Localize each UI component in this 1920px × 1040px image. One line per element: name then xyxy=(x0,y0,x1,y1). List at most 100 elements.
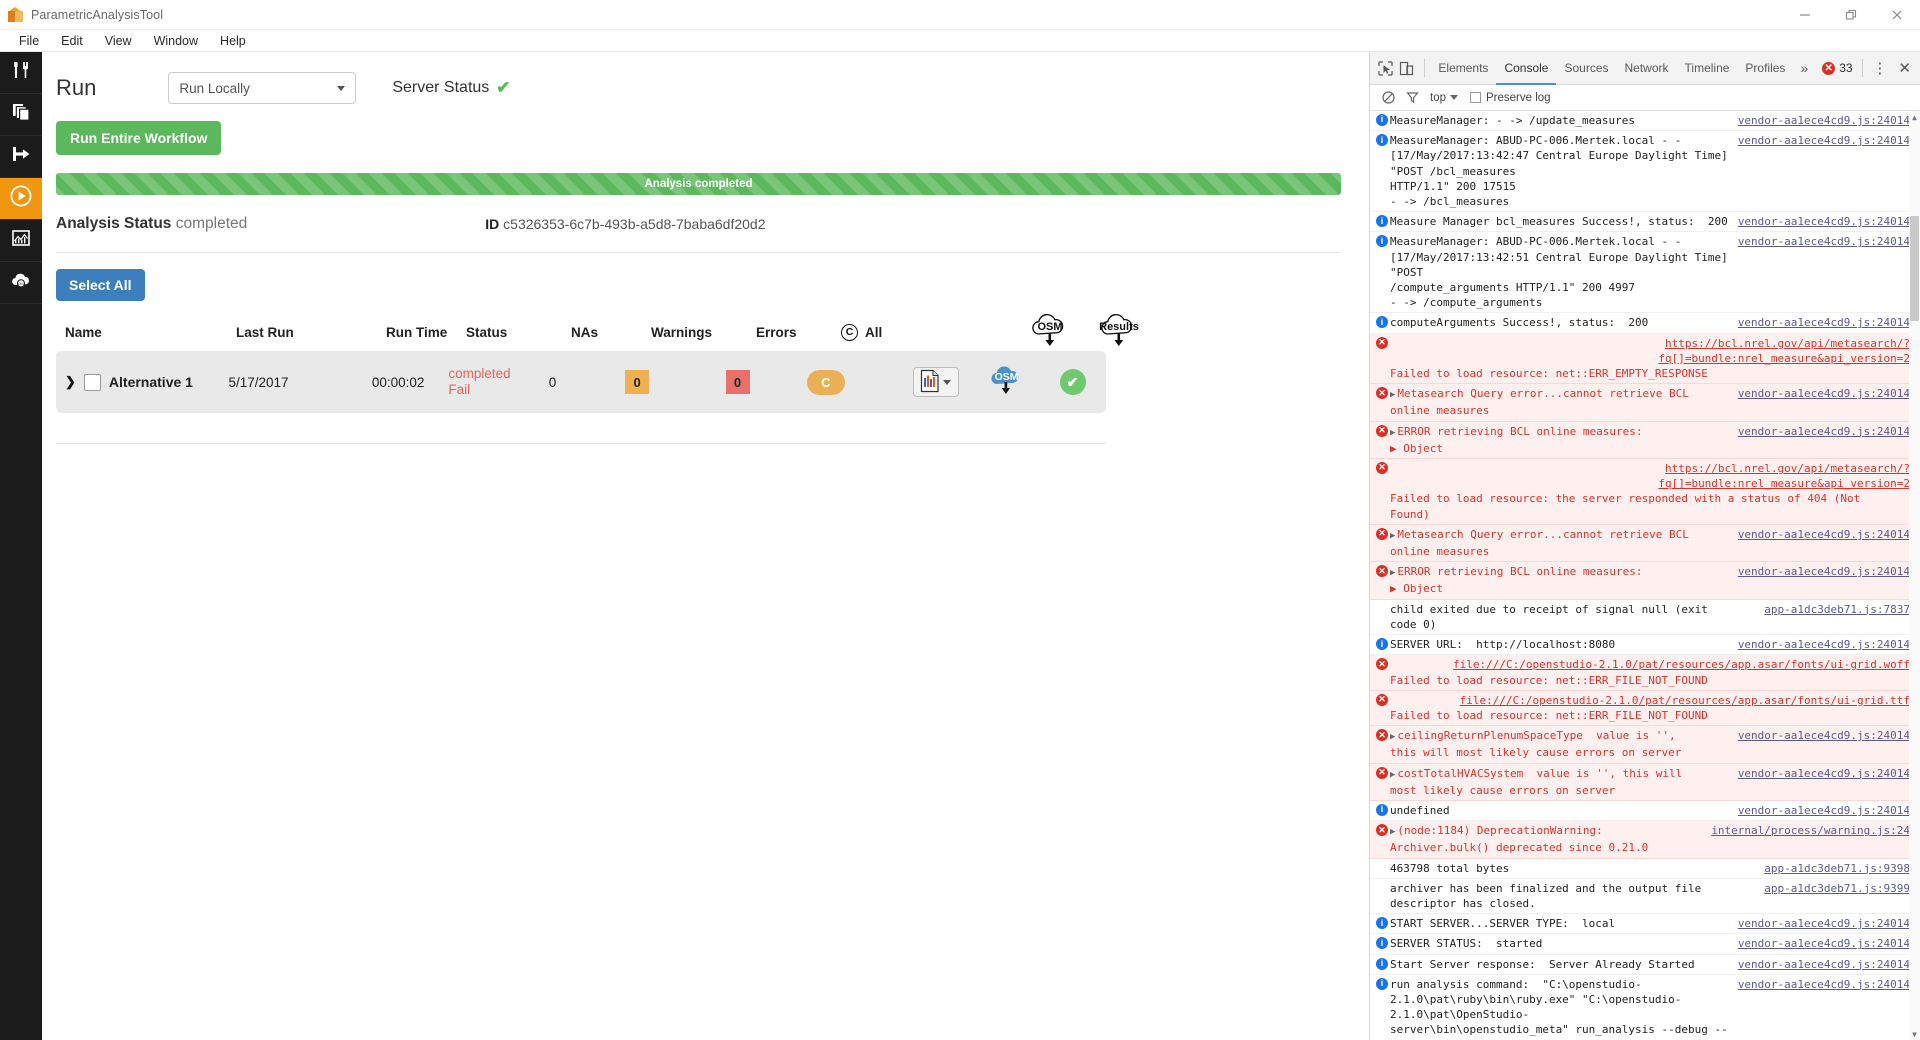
console-message: i MeasureManager: ABUD-PC-006.Mertek.loca… xyxy=(1370,232,1920,314)
row-osm-cell[interactable]: OSM xyxy=(974,364,1039,400)
console-scrollbar[interactable]: ▲ ▼ xyxy=(1909,111,1920,1040)
source-link[interactable]: vendor-aa1ece4cd9.js:24014 xyxy=(1738,977,1910,992)
server-status-label: Server Status xyxy=(392,79,490,96)
status-badge: C xyxy=(806,369,845,395)
warnings-badge: 0 xyxy=(625,370,650,394)
menu-item-edit[interactable]: Edit xyxy=(50,30,94,52)
sidebar-item-results[interactable] xyxy=(0,220,42,262)
source-link[interactable]: vendor-aa1ece4cd9.js:24014 xyxy=(1738,916,1910,931)
source-link[interactable]: vendor-aa1ece4cd9.js:24014 xyxy=(1738,957,1910,972)
scroll-down-arrow[interactable]: ▼ xyxy=(1909,1028,1920,1040)
filter-icon[interactable] xyxy=(1400,91,1424,104)
console-message: archiver has been finalized and the outp… xyxy=(1370,878,1920,915)
row-nas: 0 xyxy=(548,374,557,390)
menu-item-window[interactable]: Window xyxy=(143,30,209,52)
success-check-icon[interactable]: ✔ xyxy=(1059,369,1086,395)
expand-triangle-icon[interactable]: ▶ xyxy=(1390,568,1395,578)
error-icon: ✕ xyxy=(1376,527,1388,540)
expand-triangle-icon[interactable]: ▶ xyxy=(1390,770,1395,780)
source-link[interactable]: vendor-aa1ece4cd9.js:24014 xyxy=(1738,234,1910,249)
source-link[interactable]: vendor-aa1ece4cd9.js:24014 xyxy=(1738,424,1910,439)
source-link[interactable]: vendor-aa1ece4cd9.js:24014 xyxy=(1738,766,1910,781)
source-link[interactable]: vendor-aa1ece4cd9.js:24014 xyxy=(1738,386,1910,401)
inspect-element-icon[interactable] xyxy=(1375,55,1396,81)
source-link[interactable]: vendor-aa1ece4cd9.js:24014 xyxy=(1738,637,1910,652)
resource-url[interactable]: https://bcl.nrel.gov/api/metasearch/? fq[… xyxy=(1390,336,1910,366)
table-row[interactable]: ❯ Alternative 1 5/17/2017 00:00:02 compl… xyxy=(56,351,1106,413)
row-name-cell: ❯ Alternative 1 xyxy=(56,373,228,391)
expand-triangle-icon[interactable]: ▶ xyxy=(1390,827,1395,837)
source-link[interactable]: vendor-aa1ece4cd9.js:24014 xyxy=(1738,564,1910,579)
run-header: Run Run Locally Server Status ✔ xyxy=(56,72,1341,104)
console-output[interactable]: i MeasureManager: - -> /update_measures ve… xyxy=(1370,111,1920,1040)
expand-triangle-icon[interactable]: ▶ xyxy=(1390,531,1395,541)
source-link[interactable]: vendor-aa1ece4cd9.js:24014 xyxy=(1738,113,1910,128)
source-link[interactable]: vendor-aa1ece4cd9.js:24014 xyxy=(1738,936,1910,951)
sidebar-item-run[interactable] xyxy=(0,178,42,220)
source-link[interactable]: vendor-aa1ece4cd9.js:24014 xyxy=(1738,527,1910,542)
menu-item-file[interactable]: File xyxy=(8,30,50,52)
source-link[interactable]: app-a1dc3deb71.js:9399 xyxy=(1764,881,1910,896)
row-report-cell[interactable] xyxy=(898,367,974,397)
minimize-button[interactable] xyxy=(1782,0,1828,30)
console-message-text: file:///C:/openstudio-2.1.0/pat/resource… xyxy=(1390,693,1910,722)
more-tabs-icon[interactable]: » xyxy=(1793,60,1815,76)
tab-elements[interactable]: Elements xyxy=(1430,52,1496,85)
sidebar-item-cloud[interactable]: OS xyxy=(0,262,42,304)
tab-network[interactable]: Network xyxy=(1617,52,1677,85)
expand-triangle-icon[interactable]: ▶ xyxy=(1390,390,1395,400)
close-button[interactable] xyxy=(1874,0,1920,30)
menu-item-help[interactable]: Help xyxy=(209,30,257,52)
column-header-results[interactable]: Results xyxy=(1084,312,1154,352)
osm-download-icon[interactable]: OSM xyxy=(986,364,1028,400)
source-link[interactable]: vendor-aa1ece4cd9.js:24014 xyxy=(1738,728,1910,743)
menu-item-view[interactable]: View xyxy=(94,30,143,52)
sidebar-item-duplicate[interactable] xyxy=(0,94,42,136)
devtools-menu-icon[interactable]: ⋮ xyxy=(1864,59,1895,77)
console-context-select[interactable]: top xyxy=(1430,92,1446,104)
row-checkbox[interactable] xyxy=(83,373,101,391)
run-location-select[interactable]: Run Locally xyxy=(168,72,357,104)
row-last-run: 5/17/2017 xyxy=(228,374,289,390)
tab-sources[interactable]: Sources xyxy=(1556,52,1616,85)
scrollbar-thumb[interactable] xyxy=(1910,216,1919,321)
tab-console[interactable]: Console xyxy=(1496,52,1556,85)
expand-triangle-icon[interactable]: ▶ xyxy=(1390,428,1395,438)
source-link[interactable]: internal/process/warning.js:24 xyxy=(1711,823,1910,838)
preserve-log-checkbox[interactable]: Preserve log xyxy=(1470,92,1551,104)
chevron-down-icon[interactable] xyxy=(1450,95,1458,100)
column-header-warnings: Warnings xyxy=(651,324,713,340)
source-link[interactable]: vendor-aa1ece4cd9.js:24014 xyxy=(1738,315,1910,330)
source-link[interactable]: vendor-aa1ece4cd9.js:24014 xyxy=(1738,803,1910,818)
source-link[interactable]: vendor-aa1ece4cd9.js:24014 xyxy=(1738,133,1910,148)
sidebar-item-measures[interactable] xyxy=(0,52,42,94)
chevron-down-icon xyxy=(337,85,346,91)
resource-url[interactable]: https://bcl.nrel.gov/api/metasearch/? fq[… xyxy=(1390,461,1910,491)
device-toolbar-icon[interactable] xyxy=(1396,55,1417,81)
select-all-button[interactable]: Select All xyxy=(56,269,145,301)
expand-triangle-icon[interactable]: ▶ xyxy=(1390,732,1395,742)
resource-url[interactable]: file:///C:/openstudio-2.1.0/pat/resource… xyxy=(1390,657,1910,672)
column-header-all[interactable]: C All xyxy=(841,323,936,341)
report-dropdown-button[interactable] xyxy=(912,367,959,397)
sidebar-item-export[interactable] xyxy=(0,136,42,178)
console-message-text: ▶ (node:1184) DeprecationWarning: Archiver… xyxy=(1390,824,1649,855)
source-link[interactable]: vendor-aa1ece4cd9.js:24014 xyxy=(1738,214,1910,229)
analysis-status: Analysis Status completed xyxy=(56,215,247,233)
column-header-osm[interactable]: OSM xyxy=(1016,312,1084,352)
scroll-up-arrow[interactable]: ▲ xyxy=(1909,111,1920,123)
chevron-down-icon xyxy=(943,379,952,385)
tab-profiles[interactable]: Profiles xyxy=(1737,52,1793,85)
source-link[interactable]: app-a1dc3deb71.js:7837 xyxy=(1764,602,1910,617)
run-entire-workflow-button[interactable]: Run Entire Workflow xyxy=(56,121,222,155)
source-link[interactable]: app-a1dc3deb71.js:9398 xyxy=(1764,861,1910,876)
devtools-close-icon[interactable]: ✕ xyxy=(1895,59,1920,77)
error-count-badge[interactable]: ✕ 33 xyxy=(1815,61,1859,75)
message-gutter xyxy=(1374,861,1390,876)
tab-timeline[interactable]: Timeline xyxy=(1677,52,1738,85)
row-results-cell[interactable]: ✔ xyxy=(1039,369,1106,395)
maximize-button[interactable] xyxy=(1828,0,1874,30)
expand-row-icon[interactable]: ❯ xyxy=(65,374,76,390)
resource-url[interactable]: file:///C:/openstudio-2.1.0/pat/resource… xyxy=(1390,693,1910,708)
clear-console-icon[interactable] xyxy=(1376,91,1400,104)
